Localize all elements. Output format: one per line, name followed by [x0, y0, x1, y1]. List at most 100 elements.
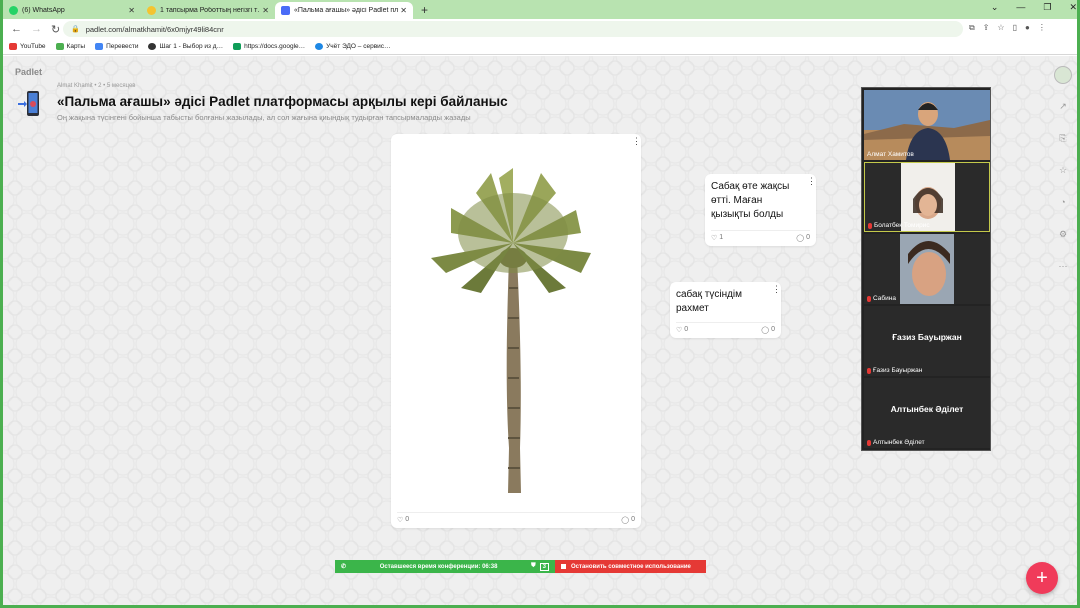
post-card-text[interactable]: ⋮ сабақ түсіндім рахмет ♡ 0 ◯ 0	[670, 282, 781, 338]
menu-icon[interactable]: ⋮	[1038, 23, 1046, 33]
cloud-icon	[315, 43, 324, 50]
bookmark-docs[interactable]: https://docs.google…	[233, 43, 305, 50]
post-text: сабақ түсіндім рахмет	[676, 289, 743, 314]
stop-icon	[561, 564, 566, 569]
video-conference-panel: Алмат Хамитов Болатбек Томирис Сабина Ға…	[861, 87, 991, 451]
board-icon	[18, 91, 39, 116]
video-tile[interactable]: Алтынбек Әділет Алтынбек Әділет	[864, 378, 990, 448]
stop-sharing-label: Остановить совместное использование	[571, 563, 691, 570]
comment-button[interactable]: ◯ 0	[761, 326, 775, 334]
bookmark-step[interactable]: Шаг 1 - Выбор из д…	[148, 43, 223, 50]
minimize-icon[interactable]: —	[1016, 2, 1025, 13]
participant-name: Алтынбек Әділет	[867, 439, 925, 446]
comment-button[interactable]: ◯ 0	[796, 234, 810, 242]
comment-count: 0	[771, 326, 775, 333]
tab-padlet[interactable]: «Пальма ағашы» әдісі Padlet пл… ✕	[275, 2, 413, 19]
bookmark-translate[interactable]: Перевести	[95, 43, 138, 50]
heart-icon: ♡	[676, 326, 683, 334]
video-tile[interactable]: Ғазиз Бауыржан Ғазиз Бауыржан	[864, 306, 990, 376]
more-icon[interactable]: ⋯	[1053, 256, 1073, 276]
bell-icon[interactable]: ◔	[1053, 192, 1073, 212]
close-icon[interactable]: ✕	[400, 6, 407, 15]
participant-count: 3	[539, 562, 549, 571]
star-icon[interactable]: ☆	[997, 23, 1004, 33]
stop-sharing-button[interactable]: Остановить совместное использование	[555, 560, 706, 573]
participant-name: Ғазиз Бауыржан	[867, 367, 922, 374]
chevron-down-icon[interactable]: ⌄	[991, 2, 999, 13]
toolbar-icons: ⧉ ⇪ ☆ ▯ ● ⋮	[969, 23, 1046, 33]
more-options-icon[interactable]: ⋮	[807, 177, 816, 186]
reload-icon[interactable]: ↻	[51, 23, 63, 36]
like-count: 0	[405, 516, 410, 523]
video-tile[interactable]: Сабина	[864, 234, 990, 304]
bookmark-label: https://docs.google…	[244, 43, 306, 50]
gear-icon[interactable]: ⚙	[1053, 224, 1073, 244]
like-button[interactable]: ♡ 0	[676, 326, 688, 334]
participant-video	[864, 90, 990, 160]
palm-tree-image	[431, 168, 591, 493]
participant-name: Сабина	[867, 295, 896, 302]
like-button[interactable]: ♡ 0	[397, 516, 409, 524]
bookmark-label: Карты	[66, 43, 86, 50]
right-rail: ↗ ⎘ ☆ ◔ ⚙ ⋯	[1051, 66, 1075, 276]
globe-icon	[148, 43, 157, 50]
forward-icon[interactable]: →	[31, 23, 43, 35]
post-text: Сабақ өте жақсы өтті. Маған қызықты болд…	[711, 181, 790, 220]
maps-icon	[55, 43, 64, 50]
share-icon[interactable]: ⇪	[983, 23, 990, 33]
tab-label: 1 тапсырма Роботтың негізгі т…	[160, 7, 260, 14]
avatar[interactable]	[1054, 66, 1072, 84]
tab-whatsapp[interactable]: (6) WhatsApp ✕	[3, 2, 141, 19]
back-icon[interactable]: ←	[11, 23, 23, 35]
more-options-icon[interactable]: ⋮	[772, 285, 781, 294]
like-button[interactable]: ♡ 1	[711, 234, 723, 242]
translate-icon[interactable]: ⧉	[969, 23, 975, 33]
comment-count: 0	[806, 234, 810, 241]
bookmarks-bar: YouTube Карты Перевести Шаг 1 - Выбор из…	[3, 39, 1077, 55]
bookmark-label: Шаг 1 - Выбор из д…	[159, 43, 224, 50]
maximize-icon[interactable]: ❐	[1043, 2, 1051, 13]
bookmark-edo[interactable]: Учёт ЭДО – сервис…	[315, 43, 391, 50]
like-count: 1	[719, 234, 724, 241]
mic-muted-icon	[867, 295, 871, 302]
tab-assignment[interactable]: 1 тапсырма Роботтың негізгі т… ✕	[141, 2, 275, 19]
bookmark-label: YouTube	[20, 43, 46, 50]
post-card-image[interactable]: ⋮ ♡ 0 ◯ 0	[391, 134, 641, 528]
bookmark-youtube[interactable]: YouTube	[9, 43, 46, 50]
phone-icon: ✆	[341, 564, 347, 570]
url-text: padlet.com/almatkhamit/6x0mjyr49li84cnr	[85, 24, 224, 34]
docs-icon	[233, 43, 242, 50]
screen: (6) WhatsApp ✕ 1 тапсырма Роботтың негіз…	[0, 0, 1080, 608]
video-tile[interactable]: Алмат Хамитов	[864, 90, 990, 160]
sidebar-icon[interactable]: ▯	[1013, 23, 1017, 33]
share-icon[interactable]: ↗	[1053, 96, 1073, 116]
participant-placeholder-name: Алтынбек Әділет	[890, 404, 964, 414]
mic-muted-icon	[868, 222, 872, 229]
comment-icon: ◯	[796, 234, 805, 242]
browser-tab-strip: (6) WhatsApp ✕ 1 тапсырма Роботтың негіз…	[3, 0, 1077, 19]
close-icon[interactable]: ✕	[128, 6, 135, 15]
translate-icon	[95, 43, 104, 50]
participant-name: Алмат Хамитов	[867, 151, 914, 158]
board-description: Оң жақына түсінгені бойынша табысты болғ…	[57, 113, 471, 122]
post-card-text[interactable]: ⋮ Сабақ өте жақсы өтті. Маған қызықты бо…	[705, 174, 816, 246]
participant-video	[864, 234, 990, 304]
profile-icon[interactable]: ●	[1025, 23, 1030, 33]
comment-button[interactable]: ◯ 0	[621, 516, 635, 524]
remake-icon[interactable]: ⎘	[1053, 128, 1073, 148]
mic-muted-icon	[867, 439, 871, 446]
close-icon[interactable]: ✕	[262, 6, 269, 15]
lock-icon: 🔒	[71, 26, 80, 33]
url-bar[interactable]: 🔒 padlet.com/almatkhamit/6x0mjyr49li84cn…	[63, 21, 963, 37]
star-icon[interactable]: ☆	[1053, 160, 1073, 180]
bookmark-label: Учёт ЭДО – сервис…	[326, 43, 391, 50]
video-tile[interactable]: Болатбек Томирис	[864, 162, 990, 232]
more-options-icon[interactable]: ⋮	[632, 137, 641, 146]
bookmark-maps[interactable]: Карты	[55, 43, 86, 50]
close-window-icon[interactable]: ✕	[1069, 2, 1077, 13]
add-post-button[interactable]: +	[1026, 562, 1058, 594]
padlet-logo[interactable]: Padlet	[15, 67, 42, 77]
new-tab-icon[interactable]: +	[421, 2, 428, 19]
heart-icon: ♡	[711, 234, 718, 242]
tab-label: «Пальма ағашы» әдісі Padlet пл…	[294, 7, 399, 14]
